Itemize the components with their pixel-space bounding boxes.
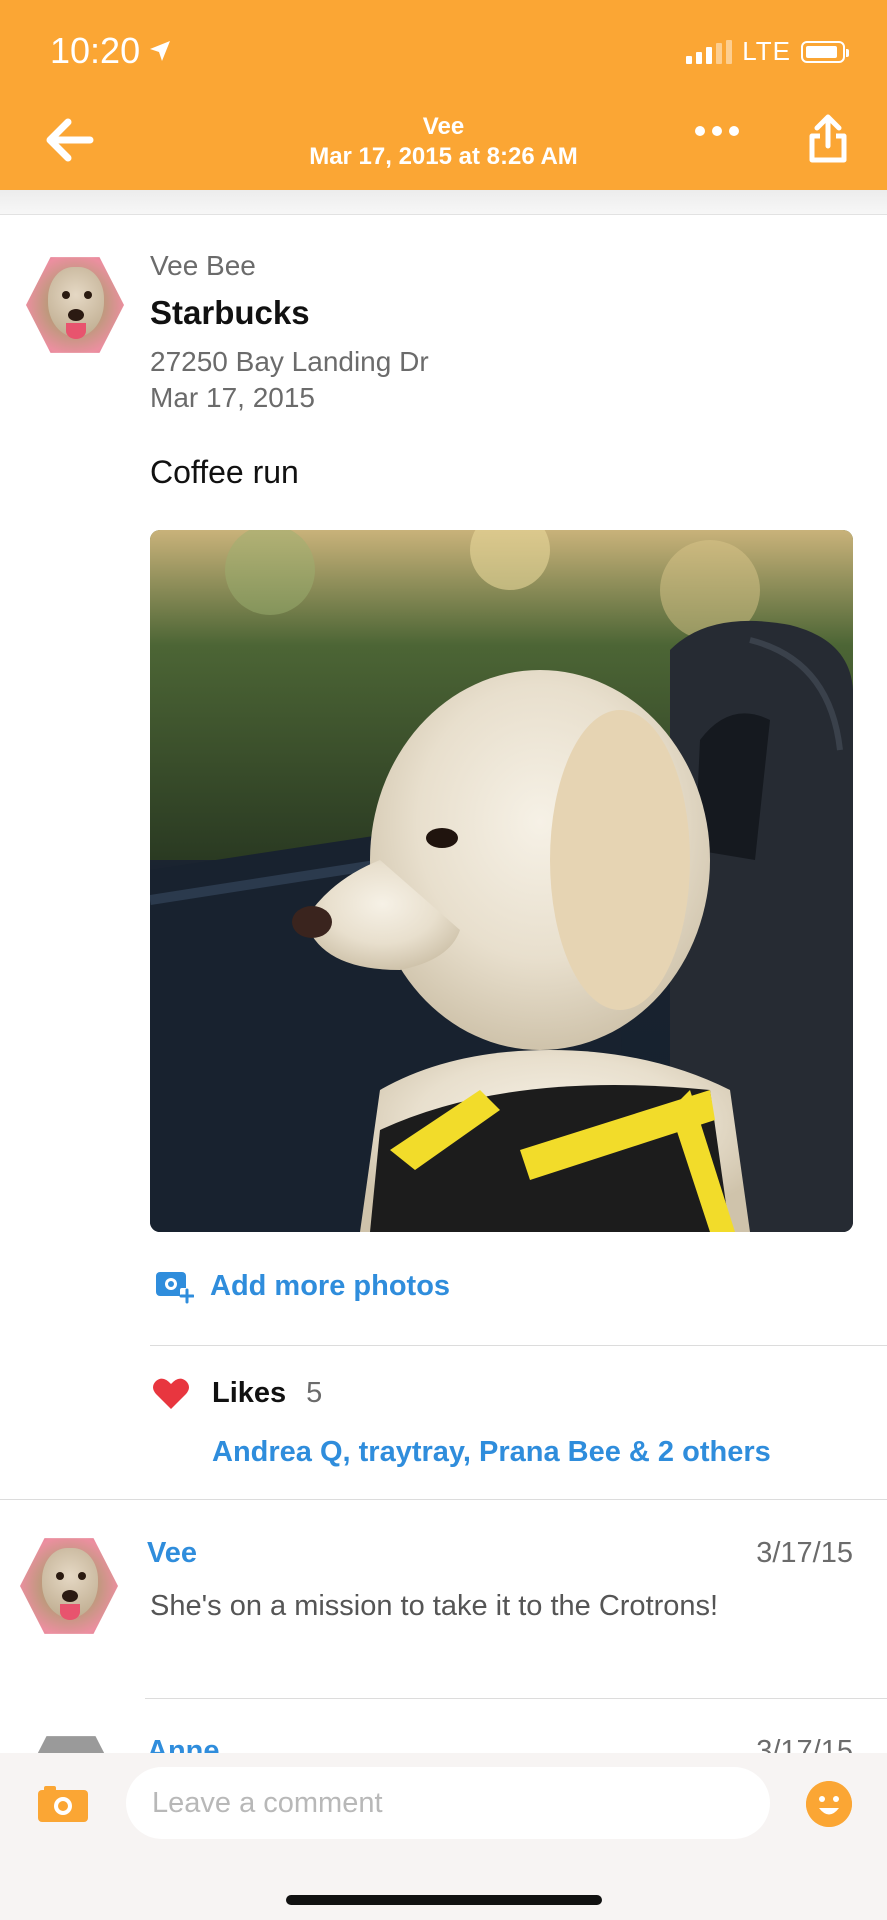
add-photo-icon [156,1272,194,1304]
add-more-photos-button[interactable]: Add more photos [154,1268,450,1304]
checkin-author[interactable]: Vee Bee [150,250,256,282]
checkin-date: Mar 17, 2015 [150,382,315,413]
more-options-icon[interactable] [695,126,739,136]
comment-text: She's on a mission to take it to the Cro… [150,1590,719,1622]
likers-list[interactable]: Andrea Q, traytray, Prana Bee & 2 others [212,1436,771,1469]
battery-icon [801,40,849,63]
comment-input[interactable] [126,1767,770,1839]
divider [0,1499,887,1500]
emoji-icon[interactable] [806,1781,852,1827]
checkin-caption: Coffee run [150,454,299,490]
comment-avatar[interactable] [20,1538,118,1634]
checkin-venue[interactable]: Starbucks [150,294,310,332]
status-time: 10:20 [50,30,172,72]
app-header: 10:20 LTE Vee Mar 17, 2015 at 8:26 AM [0,0,887,190]
status-indicators: LTE [686,36,849,67]
heart-icon[interactable] [152,1376,190,1410]
signal-icon [686,39,733,64]
comment-composer [0,1753,887,1920]
location-arrow-icon [150,41,171,61]
nav-checkin-datetime: Mar 17, 2015 at 8:26 AM [309,143,578,170]
likes-label: Likes [212,1376,287,1409]
dog-in-car-photo [150,530,853,1232]
comment-date: 3/17/15 [756,1537,853,1569]
status-time-label: 10:20 [50,30,141,71]
network-label: LTE [742,36,791,66]
header-shadow [0,190,887,215]
share-icon[interactable] [808,114,848,164]
add-more-photos-label: Add more photos [210,1269,451,1302]
likes-row[interactable]: Likes 5 [152,1376,322,1410]
camera-icon[interactable] [38,1786,88,1822]
author-avatar[interactable] [26,257,124,353]
comment-author[interactable]: Vee [147,1537,197,1570]
nav-user-name: Vee [422,113,465,140]
divider [150,1345,887,1346]
checkin-photo[interactable] [150,530,853,1232]
likes-count: 5 [306,1376,323,1409]
checkin-address: 27250 Bay Landing Dr [150,346,429,377]
home-indicator [286,1895,602,1905]
nav-title: Vee Mar 17, 2015 at 8:26 AM [0,112,887,172]
divider [145,1698,887,1699]
